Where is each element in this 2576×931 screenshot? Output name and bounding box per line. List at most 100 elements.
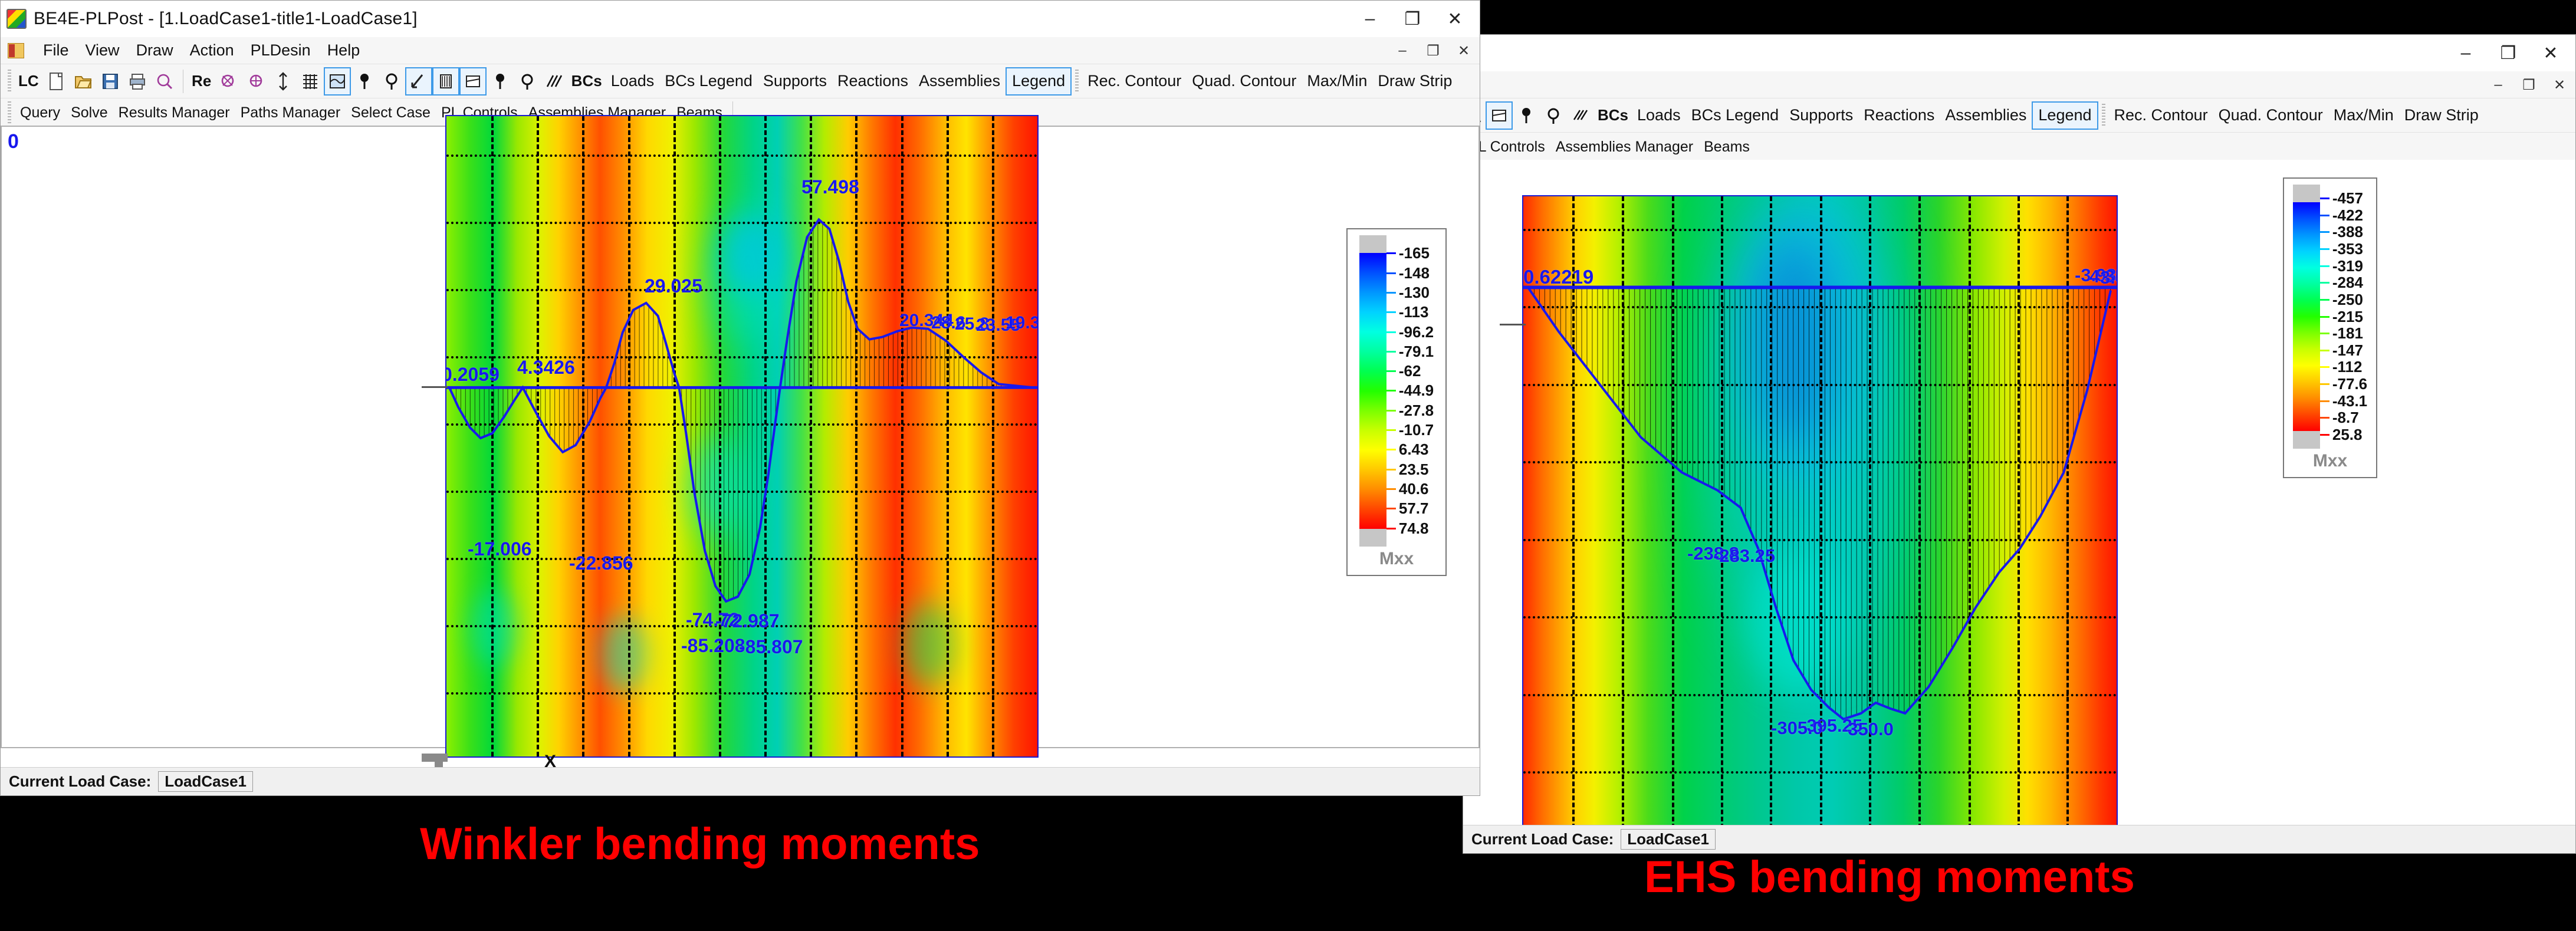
titlebar-left[interactable]: BE4E-PLPost - [1.LoadCase1-title1-LoadCa… [1,1,1480,37]
close-button[interactable]: ✕ [2529,35,2572,71]
toolbar-item-reactions[interactable]: Reactions [1858,101,1940,130]
maximize-button[interactable]: ❐ [2487,35,2529,71]
legend-title-left: Mxx [1379,549,1414,568]
toolbar2-item-solve[interactable]: Solve [65,99,113,127]
mdi-controls-right[interactable]: – ❐ ✕ [2488,71,2570,98]
mdi-minimize-button[interactable]: – [1392,42,1412,59]
bcs-button[interactable]: BCs [1594,101,1632,130]
menu-item-file[interactable]: File [35,40,77,61]
toolbar-item-rec-contour[interactable]: Rec. Contour [1082,67,1187,96]
menu-item-draw[interactable]: Draw [128,40,182,61]
toolbar2-item-beams[interactable]: Beams [1698,133,1755,162]
toolbar-item-draw-strip[interactable]: Draw Strip [1372,67,1457,96]
minimize-button[interactable]: – [1349,1,1391,37]
bc-pin-icon[interactable] [487,67,514,96]
toolbar-grip[interactable] [1075,69,1079,93]
mdi-close-button[interactable]: ✕ [2549,77,2570,94]
toolbar-item-bcs-legend[interactable]: BCs Legend [1686,101,1785,130]
print-icon[interactable] [124,67,151,96]
toolbar-item-draw-strip[interactable]: Draw Strip [2399,101,2484,130]
menu-item-pldesin[interactable]: PLDesin [242,40,319,61]
legend-value: -79.1 [1398,342,1434,360]
window-winkler[interactable]: BE4E-PLPost - [1.LoadCase1-title1-LoadCa… [0,0,1480,796]
titlebar-right[interactable]: – ❐ ✕ [1463,35,2575,71]
diagram-label: 4.3426 [517,357,575,378]
canvas-left[interactable]: 0 0.2059 4.3426 29.025 57.498 -17.006 -2… [1,115,1480,788]
toolbar2-item-results-manager[interactable]: Results Manager [113,99,235,127]
toolbar-item-loads[interactable]: Loads [606,67,660,96]
toolbar-secondary-right[interactable]: PL Controls Assemblies Manager Beams [1463,133,2575,162]
rec-contour-icon[interactable] [405,67,432,96]
new-file-icon[interactable] [42,67,70,96]
contour-plot-right[interactable]: 0.62219 -238.8 -283.25 -395.25 -305.0 -3… [1522,195,2118,844]
toolbar-item-assemblies[interactable]: Assemblies [1940,101,2032,130]
toolbar-item-legend[interactable]: Legend [2032,101,2098,130]
toolbar-left[interactable]: LC Re BCs Loads BCs Legend Supports Reac… [1,64,1480,98]
toolbar-item-assemblies[interactable]: Assemblies [914,67,1006,96]
bc-arrows-icon[interactable] [1567,101,1594,130]
legend-entry: -130 [1386,283,1434,302]
strip-icon[interactable] [432,67,459,96]
zoom-window-icon[interactable] [215,67,242,96]
bcs-button[interactable]: BCs [568,67,606,96]
quad-contour-icon[interactable] [459,67,487,96]
load-case-button[interactable]: LC [15,67,42,96]
move-vertical-icon[interactable] [270,67,297,96]
bc-pin-icon[interactable] [1513,101,1540,130]
toolbar-item-quad-contour[interactable]: Quad. Contour [2213,101,2328,130]
legend-tick-mark [1386,370,1396,373]
bc-roller-icon[interactable] [1540,101,1567,130]
toolbar2-item-assemblies-manager[interactable]: Assemblies Manager [1550,133,1698,162]
maximize-button[interactable]: ❐ [1391,1,1434,37]
window-ehs[interactable]: – ❐ ✕ – ❐ ✕ BCs Loads BCs Legend Support… [1463,34,2576,854]
save-icon[interactable] [97,67,124,96]
quad-contour-icon[interactable] [1486,101,1513,130]
toolbar-item-supports[interactable]: Supports [758,67,832,96]
mdi-minimize-button[interactable]: – [2488,77,2508,93]
window-controls-right[interactable]: – ❐ ✕ [2444,35,2572,71]
mdi-restore-button[interactable]: ❐ [2519,77,2539,94]
open-file-icon[interactable] [70,67,97,96]
results-button[interactable]: Re [188,67,215,96]
zoom-icon[interactable] [151,67,178,96]
toolbar-grip[interactable] [2101,103,2105,127]
zoom-extents-icon[interactable] [242,67,270,96]
menu-item-action[interactable]: Action [182,40,242,61]
menu-item-help[interactable]: Help [319,40,369,61]
mdi-close-button[interactable]: ✕ [1454,42,1474,60]
contour-toggle-icon[interactable] [323,67,351,96]
toolbar-item-reactions[interactable]: Reactions [832,67,914,96]
window-controls-left[interactable]: – ❐ ✕ [1349,1,1476,37]
close-button[interactable]: ✕ [1434,1,1476,37]
toolbar-grip[interactable] [8,101,11,125]
toolbar-item-max-min[interactable]: Max/Min [1302,67,1372,96]
mesh-icon[interactable] [297,67,324,96]
canvas-right[interactable]: 0.62219 -238.8 -283.25 -395.25 -305.0 -3… [1463,160,2575,853]
mdi-restore-button[interactable]: ❐ [1423,42,1443,60]
menu-item-view[interactable]: View [77,40,128,61]
toolbar-item-quad-contour[interactable]: Quad. Contour [1187,67,1302,96]
toolbar-item-bcs-legend[interactable]: BCs Legend [659,67,758,96]
contour-plot-left[interactable]: 0.2059 4.3426 29.025 57.498 -17.006 -22.… [445,115,1039,758]
toolbar-right[interactable]: BCs Loads BCs Legend Supports Reactions … [1463,98,2575,133]
toolbar-item-rec-contour[interactable]: Rec. Contour [2109,101,2213,130]
legend-value: -457 [2332,189,2363,207]
bc-roller-icon[interactable] [514,67,541,96]
menubar-left[interactable]: File View Draw Action PLDesin Help – ❐ ✕ [1,37,1480,64]
color-legend-left[interactable]: -165 -148 -130 -113 -96.2 -79.1 -62 -44.9 -27.8 -… [1346,228,1447,576]
toolbar-item-legend[interactable]: Legend [1006,67,1072,96]
minimize-button[interactable]: – [2444,35,2487,71]
toolbar2-item-select-case[interactable]: Select Case [346,99,436,127]
node-marker-icon[interactable] [351,67,378,96]
mdi-controls-left[interactable]: – ❐ ✕ [1392,37,1474,64]
toolbar-item-loads[interactable]: Loads [1632,101,1686,130]
toolbar-item-supports[interactable]: Supports [1784,101,1858,130]
toolbar2-item-paths-manager[interactable]: Paths Manager [235,99,346,127]
toolbar-grip[interactable] [8,69,11,93]
bc-arrows-icon[interactable] [541,67,568,96]
color-legend-right[interactable]: -457 -422 -388 -353 -319 -284 -250 -215 -181 -147… [2283,177,2377,478]
node-circle-icon[interactable] [378,67,405,96]
menubar-right[interactable]: – ❐ ✕ [1463,71,2575,98]
toolbar2-item-query[interactable]: Query [15,99,65,127]
toolbar-item-max-min[interactable]: Max/Min [2328,101,2399,130]
